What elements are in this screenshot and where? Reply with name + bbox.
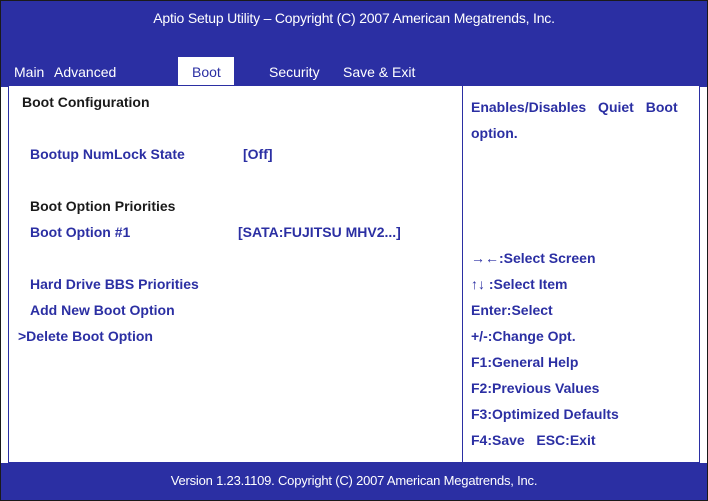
window-title: Aptio Setup Utility – Copyright (C) 2007… — [153, 10, 555, 26]
tab-boot[interactable]: Boot — [177, 56, 235, 85]
tab-security[interactable]: Security — [269, 64, 320, 80]
help-enter-select: Enter:Select — [471, 302, 553, 318]
footer-bar: Version 1.23.1109. Copyright (C) 2007 Am… — [1, 463, 707, 500]
pane-divider — [462, 86, 463, 462]
left-right-arrows-icon: →← — [471, 250, 499, 266]
boot-configuration-heading: Boot Configuration — [22, 94, 150, 110]
help-select-screen-text: :Select Screen — [499, 250, 596, 266]
help-change-opt: +/-:Change Opt. — [471, 328, 576, 344]
help-general-help: F1:General Help — [471, 354, 579, 370]
boot-option-1-value[interactable]: [SATA:FUJITSU MHV2...] — [238, 224, 401, 240]
tab-main[interactable]: Main — [14, 64, 44, 80]
help-select-screen: →←:Select Screen — [471, 250, 596, 266]
bios-screen: Aptio Setup Utility – Copyright (C) 2007… — [0, 0, 708, 501]
quiet-boot-value[interactable]: [Disabled] — [243, 120, 311, 136]
help-save-exit: F4:Save ESC:Exit — [471, 432, 596, 448]
hard-drive-bbs-priorities[interactable]: Hard Drive BBS Priorities — [30, 276, 199, 292]
help-select-item: ↑↓ :Select Item — [471, 276, 567, 292]
help-description: Enables/Disables Quiet Boot option. — [471, 99, 678, 141]
up-down-arrows-icon: ↑↓ — [471, 276, 485, 292]
title-bar: Aptio Setup Utility – Copyright (C) 2007… — [1, 1, 707, 87]
numlock-value[interactable]: [Off] — [243, 146, 273, 162]
tab-save-and-exit[interactable]: Save & Exit — [343, 64, 415, 80]
footer-version: Version 1.23.1109. Copyright (C) 2007 Am… — [170, 473, 538, 488]
add-new-boot-option[interactable]: Add New Boot Option — [30, 302, 175, 318]
help-optimized-defaults: F3:Optimized Defaults — [471, 406, 619, 422]
help-select-item-text: :Select Item — [485, 276, 568, 292]
delete-boot-option[interactable]: >Delete Boot Option — [18, 328, 153, 344]
quiet-boot-option[interactable]: Quiet Boot — [30, 120, 102, 136]
tab-advanced[interactable]: Advanced — [54, 64, 116, 80]
numlock-option[interactable]: Bootup NumLock State — [30, 146, 185, 162]
boot-option-1[interactable]: Boot Option #1 — [30, 224, 130, 240]
help-previous-values: F2:Previous Values — [471, 380, 600, 396]
boot-option-priorities-heading: Boot Option Priorities — [30, 198, 176, 214]
content-frame: Boot Configuration Quiet Boot [Disabled]… — [8, 85, 700, 463]
